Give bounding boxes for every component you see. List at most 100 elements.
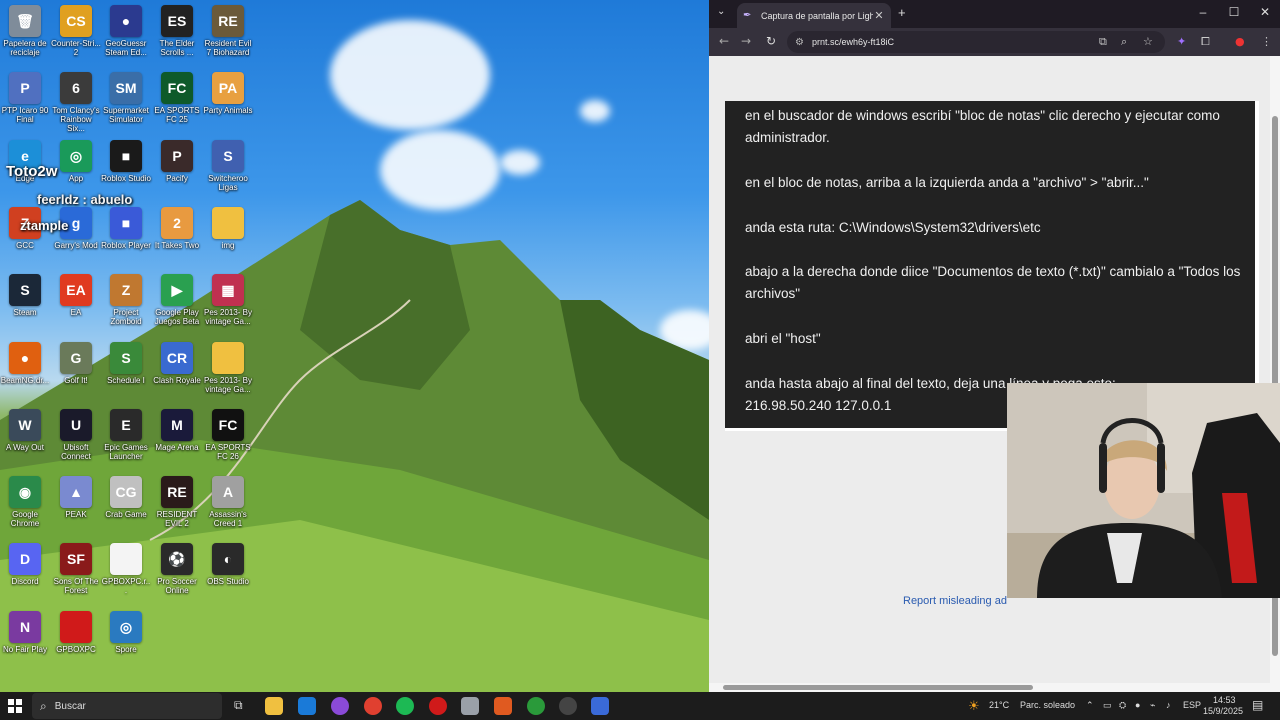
desktop-shortcut[interactable]: GPBOXPC.r... <box>101 543 151 595</box>
notification-icon[interactable]: ▤ <box>1252 698 1263 712</box>
desktop-shortcut[interactable]: A Assassin's Creed 1 <box>203 476 253 528</box>
profile-avatar[interactable]: ● <box>1235 35 1245 48</box>
app-icon-gray[interactable] <box>461 697 479 715</box>
report-ad-link[interactable]: Report misleading ad <box>903 595 1007 607</box>
taskbar-search[interactable]: ⌕ Buscar <box>32 693 222 719</box>
spotify-icon[interactable] <box>396 697 414 715</box>
url-text: prnt.sc/ewh6y-ft18iC <box>811 37 895 47</box>
microsoft-store-icon[interactable] <box>298 697 316 715</box>
resident-evil-2-icon: RE <box>161 476 193 508</box>
minimize-icon[interactable]: – <box>1188 5 1218 19</box>
desktop-shortcut[interactable]: P Pacify <box>152 140 202 183</box>
desktop-shortcut[interactable]: 🗑 Papelera de reciclaje <box>0 5 50 57</box>
network-icon[interactable]: ▭ <box>1103 700 1112 711</box>
clock-time[interactable]: 14:53 <box>1213 695 1236 705</box>
weather-text[interactable]: Parc. soleado <box>1020 700 1075 710</box>
address-bar[interactable]: ⚙ prnt.sc/ewh6y-ft18iC <box>787 31 1165 53</box>
usb-icon[interactable]: ⌁ <box>1150 700 1155 711</box>
desktop-shortcut[interactable]: D Discord <box>0 543 50 586</box>
desktop-shortcut[interactable]: SF Sons Of The Forest <box>51 543 101 595</box>
desktop-shortcut[interactable]: S Switcheroo Ligas <box>203 140 253 192</box>
horizontal-scrollbar[interactable] <box>709 683 1270 692</box>
desktop-shortcut[interactable]: CS Counter-Stri... 2 <box>51 5 101 57</box>
desktop-shortcut[interactable]: Pes 2013- By vintage Ga... <box>203 342 253 394</box>
desktop-shortcut[interactable]: PA Party Animals <box>203 72 253 115</box>
tray-app-icon[interactable]: ⛭ <box>1119 700 1126 711</box>
webcam-person <box>1007 383 1280 598</box>
desktop-shortcut[interactable]: CG Crab Game <box>101 476 151 519</box>
volume-icon[interactable]: ♪ <box>1166 700 1171 710</box>
tab-lightshot[interactable]: ✒ Captura de pantalla por Lightsh ✕ <box>737 3 891 28</box>
desktop-shortcut[interactable]: ■ Roblox Studio <box>101 140 151 183</box>
extension-icon-purple[interactable]: ✦ <box>1177 35 1186 48</box>
desktop-shortcut[interactable]: ▶ Google Play Juegos Beta <box>152 274 202 326</box>
xbox-icon[interactable] <box>527 697 545 715</box>
tray-chevron-icon[interactable]: ⌃ <box>1086 700 1094 711</box>
chrome-taskbar-icon[interactable] <box>364 697 382 715</box>
microphone-icon[interactable]: ● <box>1135 700 1140 710</box>
new-tab-icon[interactable]: + <box>898 5 906 20</box>
tab-search-icon[interactable]: ⌄ <box>717 6 725 17</box>
desktop-shortcut[interactable]: E Epic Games Launcher <box>101 409 151 461</box>
bookmark-star-icon[interactable]: ☆ <box>1143 35 1153 48</box>
weather-temp[interactable]: 21°C <box>989 700 1009 710</box>
desktop-shortcut[interactable]: ▦ Pes 2013- By vintage Ga... <box>203 274 253 326</box>
desktop-shortcut[interactable]: P PTP Icaro 90 Final <box>0 72 50 124</box>
desktop-shortcut[interactable]: ES The Elder Scrolls ... <box>152 5 202 57</box>
desktop-shortcut-label: Switcheroo Ligas <box>208 174 248 192</box>
desktop-shortcut[interactable]: S Steam <box>0 274 50 317</box>
desktop-shortcut[interactable]: G Golf It! <box>51 342 101 385</box>
language-indicator[interactable]: ESP <box>1183 700 1201 710</box>
tab-close-icon[interactable]: ✕ <box>873 9 885 22</box>
desktop-shortcut[interactable]: GPBOXPC <box>51 611 101 654</box>
menu-kebab-icon[interactable]: ⋮ <box>1261 35 1272 48</box>
forward-icon[interactable]: → <box>741 34 751 48</box>
desktop-shortcut[interactable]: ⚽ Pro Soccer Online <box>152 543 202 595</box>
close-window-icon[interactable]: ✕ <box>1250 5 1280 19</box>
desktop-shortcut[interactable]: 6 Tom Clancy's Rainbow Six... <box>51 72 101 133</box>
desktop-shortcut[interactable]: ● GeoGuessr Steam Ed... <box>101 5 151 57</box>
extensions-puzzle-icon[interactable]: ⧠ <box>1201 35 1210 49</box>
desktop-shortcut[interactable]: ◐ OBS Studio <box>203 543 253 586</box>
app-icon-purple[interactable] <box>331 697 349 715</box>
install-app-icon[interactable]: ⧉ <box>1099 35 1107 49</box>
weather-icon[interactable]: ☀ <box>968 698 980 714</box>
desktop-shortcut[interactable]: SM Supermarket Simulator <box>101 72 151 124</box>
desktop-shortcut[interactable]: RE RESIDENT EVIL 2 <box>152 476 202 528</box>
desktop-shortcut[interactable]: EA EA <box>51 274 101 317</box>
reload-icon[interactable]: ↻ <box>766 34 776 48</box>
desktop-shortcut[interactable]: Z Project Zomboid <box>101 274 151 326</box>
site-info-icon[interactable]: ⚙ <box>795 37 804 48</box>
zoom-icon[interactable]: ⌕ <box>1121 35 1127 49</box>
file-explorer-icon[interactable] <box>265 697 283 715</box>
desktop-shortcut[interactable]: U Ubisoft Connect <box>51 409 101 461</box>
desktop-shortcut[interactable]: FC EA SPORTS FC 25 <box>152 72 202 124</box>
desktop-shortcut[interactable]: W A Way Out <box>0 409 50 452</box>
start-windows-icon[interactable] <box>8 699 22 713</box>
tab-bar: ⌄ ✒ Captura de pantalla por Lightsh ✕ + … <box>709 0 1280 28</box>
desktop-shortcut[interactable]: 2 It Takes Two <box>152 207 202 250</box>
desktop-shortcut[interactable]: img <box>203 207 253 250</box>
desktop-shortcut[interactable]: ▲ PEAK <box>51 476 101 519</box>
desktop-shortcut[interactable]: ■ Roblox Player <box>101 207 151 250</box>
a-way-out-icon: W <box>9 409 41 441</box>
obs-taskbar-icon[interactable] <box>559 697 577 715</box>
back-icon[interactable]: ← <box>719 34 729 48</box>
task-view-icon[interactable]: ⧉ <box>234 698 243 713</box>
app-icon-red[interactable] <box>429 697 447 715</box>
horizontal-scroll-thumb[interactable] <box>723 685 1033 690</box>
desktop-shortcut[interactable]: ● BeamNG.dr... <box>0 342 50 385</box>
clock-date[interactable]: 15/9/2025 <box>1203 706 1243 716</box>
desktop-shortcut[interactable]: N No Fair Play <box>0 611 50 654</box>
app-icon-orange[interactable] <box>494 697 512 715</box>
desktop-shortcut[interactable]: S Schedule I <box>101 342 151 385</box>
desktop-shortcut[interactable]: ◉ Google Chrome <box>0 476 50 528</box>
desktop-shortcut[interactable]: ◎ App <box>51 140 101 183</box>
maximize-icon[interactable]: ☐ <box>1219 5 1249 19</box>
app-icon-blue[interactable] <box>591 697 609 715</box>
desktop-shortcut[interactable]: CR Clash Royale <box>152 342 202 385</box>
desktop-shortcut[interactable]: RE Resident Evil 7 Biohazard <box>203 5 253 57</box>
desktop-shortcut[interactable]: M Mage Arena <box>152 409 202 452</box>
desktop-shortcut[interactable]: ◎ Spore <box>101 611 151 654</box>
desktop-shortcut[interactable]: FC EA SPORTS FC 26 <box>203 409 253 461</box>
